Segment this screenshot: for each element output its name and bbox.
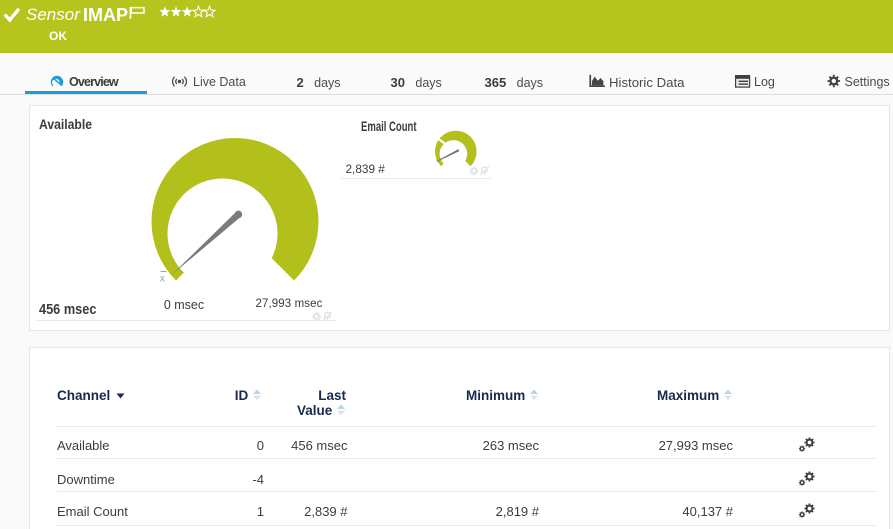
svg-text:x: x <box>160 273 166 285</box>
